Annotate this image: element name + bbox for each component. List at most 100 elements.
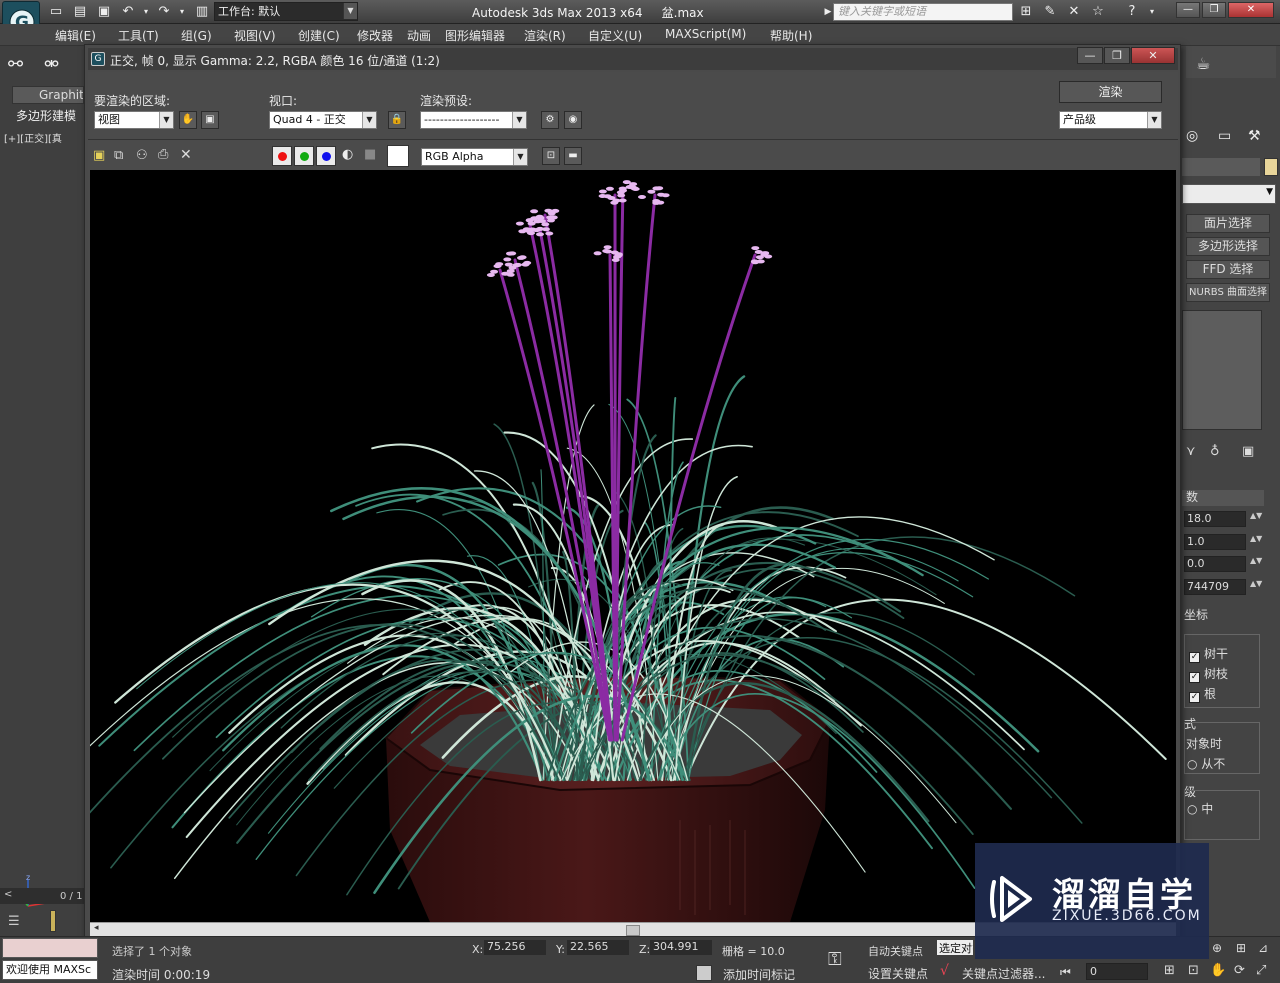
zoom-extents-icon[interactable]: ⊡ bbox=[1188, 963, 1199, 978]
subscription-icon[interactable]: ✎ bbox=[1042, 4, 1058, 20]
redo-dropdown-icon[interactable]: ▾ bbox=[174, 4, 190, 20]
ffd-select-button[interactable]: FFD 选择 bbox=[1186, 260, 1270, 279]
help-dropdown-icon[interactable]: ▾ bbox=[1144, 4, 1160, 20]
pin-stack-icon[interactable]: ⋎ bbox=[1186, 444, 1196, 459]
save-image-icon[interactable]: ▣ bbox=[93, 148, 105, 163]
frame-minimize-button[interactable]: — bbox=[1077, 47, 1103, 64]
render-setup-icon[interactable]: ⚙ bbox=[541, 111, 559, 129]
menu-tools[interactable]: 工具(T) bbox=[118, 27, 159, 44]
teapot-icon[interactable]: ☕ bbox=[1196, 54, 1220, 76]
toggle-ui-overlay-icon[interactable]: ⊡ bbox=[542, 147, 560, 165]
y-coordinate-field[interactable]: 22.565 bbox=[567, 940, 629, 955]
unlink-icon[interactable]: ⚮ bbox=[44, 54, 68, 78]
hierarchy-icon[interactable]: ◎ bbox=[1186, 128, 1202, 146]
poly-select-button[interactable]: 多边形选择 bbox=[1186, 237, 1270, 256]
workspace-select[interactable]: 工作台: 默认 ▼ bbox=[214, 2, 358, 21]
spinner-arrows-icon[interactable]: ▲▼ bbox=[1250, 511, 1262, 520]
configure-modifier-sets-icon[interactable]: ▣ bbox=[1242, 444, 1254, 459]
add-time-tag-icon[interactable] bbox=[696, 965, 712, 981]
help-icon[interactable]: ? bbox=[1124, 4, 1140, 20]
link-icon[interactable]: ⚯ bbox=[8, 54, 32, 78]
go-to-start-icon[interactable]: ⏮ bbox=[1060, 965, 1071, 980]
field-of-view-icon[interactable]: ⊿ bbox=[1258, 941, 1268, 955]
menu-customize[interactable]: 自定义(U) bbox=[588, 27, 642, 44]
menu-rendering[interactable]: 渲染(R) bbox=[524, 27, 566, 44]
zoom-all-icon[interactable]: ⊞ bbox=[1236, 941, 1246, 955]
show-end-result-icon[interactable]: ♁ bbox=[1210, 444, 1220, 459]
add-time-tag[interactable]: 添加时间标记 bbox=[723, 966, 795, 983]
zoom-icon[interactable]: ⊕ bbox=[1212, 941, 1222, 955]
key-icon[interactable]: ⚿ bbox=[828, 949, 842, 970]
selection-set-select[interactable]: 选定对象 bbox=[937, 940, 973, 955]
time-marker[interactable] bbox=[50, 910, 56, 932]
viewport-select[interactable]: Quad 4 - 正交 ▼ bbox=[269, 111, 377, 129]
menu-help[interactable]: 帮助(H) bbox=[770, 27, 812, 44]
branches-checkbox[interactable]: ✓ 树枝 bbox=[1189, 665, 1228, 683]
scroll-thumb[interactable] bbox=[626, 925, 640, 936]
maximize-viewport-icon[interactable]: ⤢ bbox=[1256, 963, 1266, 978]
print-image-icon[interactable]: ⎙ bbox=[158, 147, 168, 162]
minimize-button[interactable]: — bbox=[1176, 2, 1200, 18]
utilities-hammer-icon[interactable]: ⚒ bbox=[1248, 128, 1268, 146]
menu-views[interactable]: 视图(V) bbox=[234, 27, 276, 44]
patch-select-button[interactable]: 面片选择 bbox=[1186, 214, 1270, 233]
favorites-star-icon[interactable]: ☆ bbox=[1090, 4, 1106, 20]
save-file-icon[interactable]: ▣ bbox=[96, 4, 112, 20]
spinner-arrows-icon[interactable]: ▲▼ bbox=[1250, 556, 1262, 565]
trunk-checkbox[interactable]: ✓ 树干 bbox=[1189, 645, 1228, 663]
lock-viewport-icon[interactable]: 🔒 bbox=[388, 111, 406, 129]
scroll-left-arrow[interactable]: ◂ bbox=[94, 923, 99, 933]
key-filters-button[interactable]: 关键点过滤器... bbox=[962, 965, 1045, 982]
channel-display-select[interactable]: RGB Alpha ▼ bbox=[421, 148, 528, 166]
redo-icon[interactable]: ↷ bbox=[156, 4, 172, 20]
maxscript-mini-listener[interactable]: 欢迎使用 MAXSc bbox=[2, 960, 98, 980]
maxscript-listener-top[interactable] bbox=[2, 938, 98, 958]
alpha-toggle-icon[interactable]: ◐ bbox=[342, 147, 353, 162]
open-file-icon[interactable]: ▤ bbox=[72, 4, 88, 20]
auto-region-icon[interactable]: ▣ bbox=[201, 111, 219, 129]
frame-maximize-button[interactable]: ❐ bbox=[1104, 47, 1130, 64]
z-coordinate-field[interactable]: 304.991 bbox=[650, 940, 712, 955]
menu-modifiers[interactable]: 修改器 bbox=[357, 27, 393, 44]
seed-spinner[interactable]: 744709 bbox=[1184, 579, 1246, 595]
object-color-swatch[interactable] bbox=[1264, 158, 1278, 176]
spinner-arrows-icon[interactable]: ▲▼ bbox=[1250, 534, 1262, 543]
environment-effects-icon[interactable]: ◉ bbox=[564, 111, 582, 129]
menu-graph-editors[interactable]: 图形编辑器 bbox=[445, 27, 505, 44]
project-folder-icon[interactable]: ▥ bbox=[194, 4, 210, 20]
height-spinner[interactable]: 18.0 bbox=[1184, 511, 1246, 527]
ribbon-tab[interactable]: Graphit bbox=[12, 86, 84, 104]
ribbon-sub-label[interactable]: 多边形建模 bbox=[16, 107, 76, 124]
auto-key-button[interactable]: 自动关键点 bbox=[868, 943, 923, 959]
maximize-button[interactable]: ❐ bbox=[1202, 2, 1226, 18]
new-file-icon[interactable]: ▭ bbox=[48, 4, 64, 20]
undo-icon[interactable]: ↶ bbox=[120, 4, 136, 20]
menu-edit[interactable]: 编辑(E) bbox=[55, 27, 96, 44]
current-frame-field[interactable]: 0 bbox=[1086, 963, 1148, 980]
modifier-stack[interactable] bbox=[1182, 310, 1262, 430]
pruning-spinner[interactable]: 0.0 bbox=[1184, 556, 1246, 572]
toggle-ui-icon[interactable]: ▬ bbox=[564, 147, 582, 165]
parameters-rollout-title[interactable]: 数 bbox=[1182, 490, 1264, 506]
background-color-swatch[interactable] bbox=[387, 145, 409, 167]
render-button[interactable]: 渲染 bbox=[1059, 81, 1162, 103]
medium-radio[interactable]: ○ 中 bbox=[1187, 800, 1213, 817]
clone-frame-icon[interactable]: ⚇ bbox=[136, 148, 148, 163]
time-config-icon[interactable]: ⊞ bbox=[1164, 963, 1175, 978]
green-channel-toggle[interactable] bbox=[294, 146, 314, 166]
red-channel-toggle[interactable] bbox=[272, 146, 292, 166]
modifier-list-select[interactable]: ▼ bbox=[1182, 184, 1276, 204]
binoculars-icon[interactable]: ⊞ bbox=[1018, 4, 1034, 20]
edit-region-icon[interactable]: ✋ bbox=[179, 111, 197, 129]
track-bar-icon[interactable]: ☰ bbox=[8, 914, 32, 930]
density-spinner[interactable]: 1.0 bbox=[1184, 534, 1246, 550]
copy-image-icon[interactable]: ⧉ bbox=[114, 148, 123, 163]
frame-close-button[interactable]: ✕ bbox=[1131, 47, 1175, 64]
display-icon[interactable]: ▭ bbox=[1218, 128, 1238, 146]
roots-checkbox[interactable]: ✓ 根 bbox=[1189, 685, 1216, 703]
nurbs-select-button[interactable]: NURBS 曲面选择 bbox=[1186, 283, 1270, 302]
render-preset-select[interactable]: ------------------- ▼ bbox=[420, 111, 527, 129]
monochrome-icon[interactable]: ■ bbox=[364, 147, 376, 162]
x-coordinate-field[interactable]: 75.256 bbox=[484, 940, 546, 955]
menu-create[interactable]: 创建(C) bbox=[298, 27, 340, 44]
